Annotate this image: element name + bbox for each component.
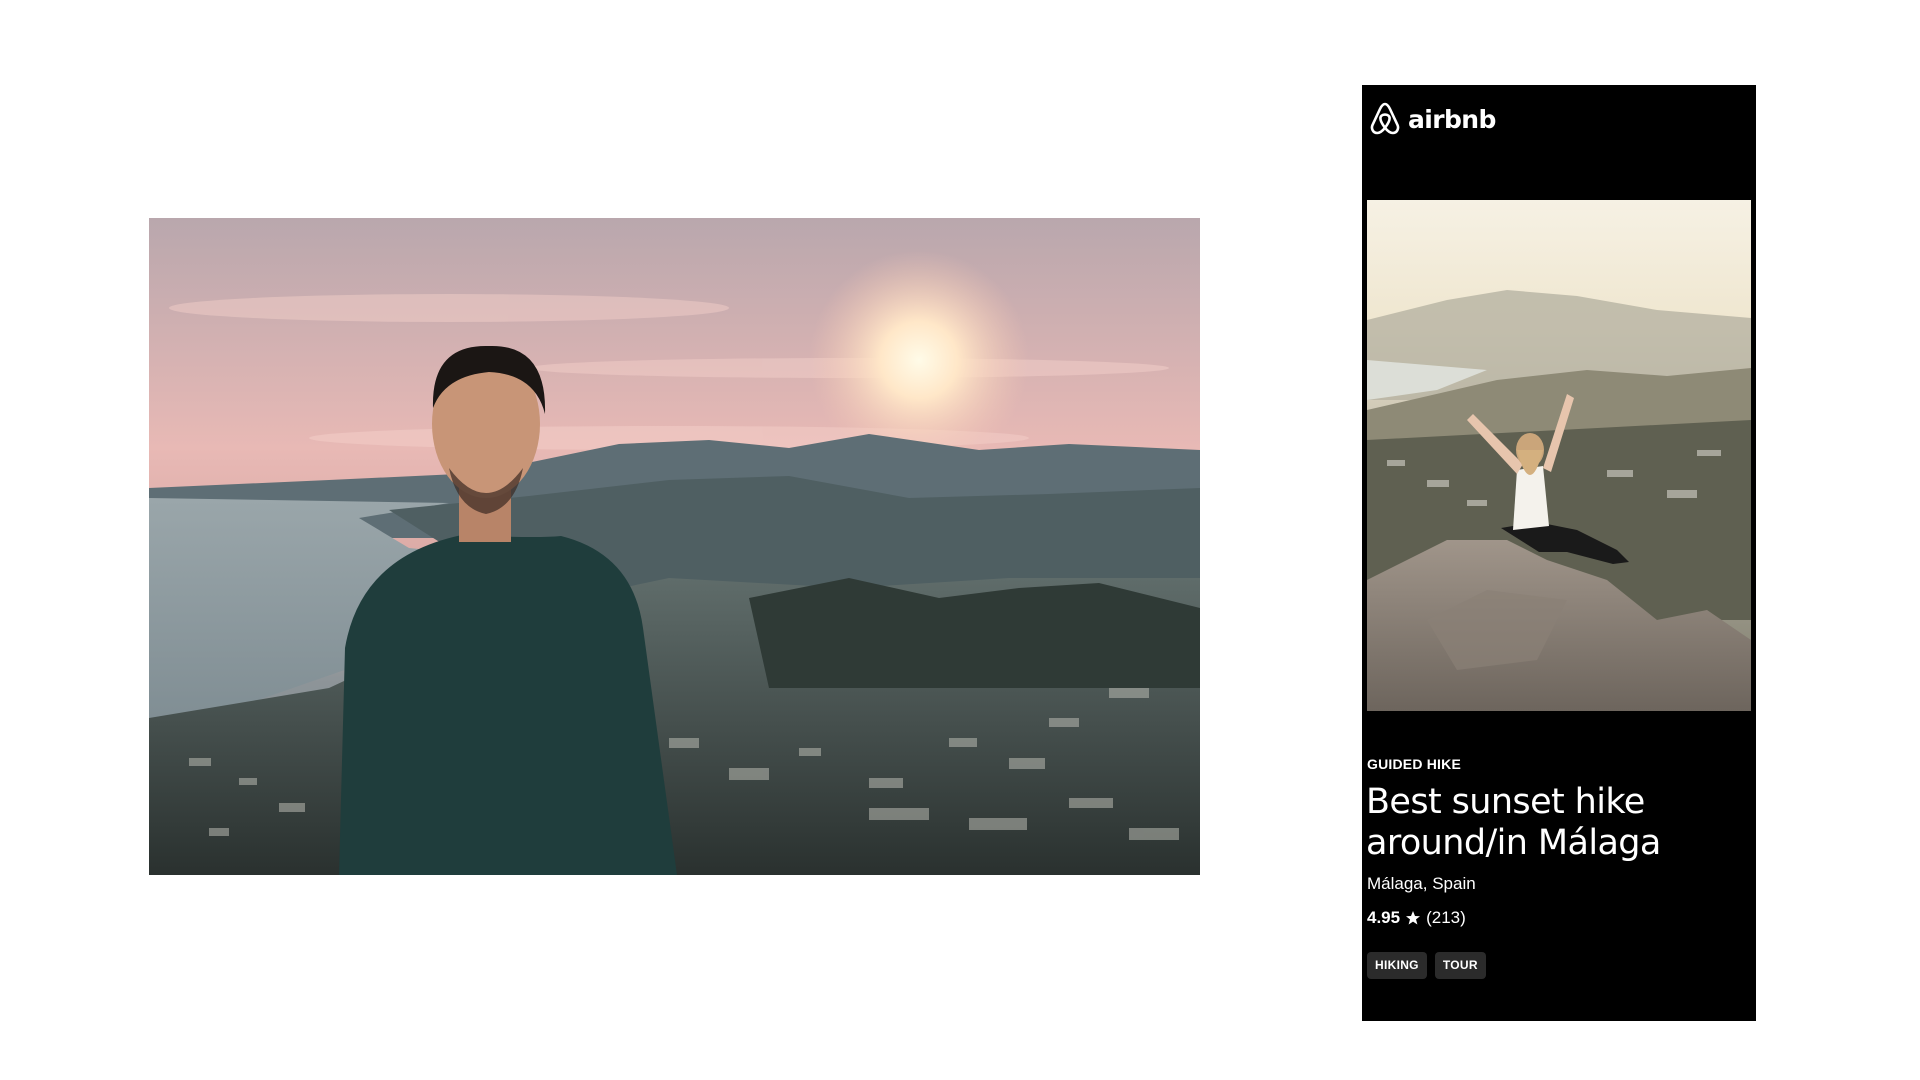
experience-card[interactable]: airbnb GUIDED HIKE Best sunset hike arou… bbox=[1362, 85, 1756, 1021]
experience-photo bbox=[1367, 200, 1751, 711]
star-icon bbox=[1406, 911, 1421, 925]
brand-name: airbnb bbox=[1408, 104, 1496, 134]
experience-category: GUIDED HIKE bbox=[1367, 756, 1461, 772]
rating-count: (213) bbox=[1426, 908, 1466, 927]
hero-photo-illustration bbox=[149, 218, 1200, 875]
experience-photo-illustration bbox=[1367, 200, 1751, 711]
airbnb-belo-icon bbox=[1370, 102, 1400, 135]
hero-photo bbox=[149, 218, 1200, 875]
tag-hiking[interactable]: HIKING bbox=[1367, 952, 1427, 979]
rating: 4.95 (213) bbox=[1367, 908, 1466, 928]
experience-location: Málaga, Spain bbox=[1367, 874, 1476, 893]
tag-tour[interactable]: TOUR bbox=[1434, 952, 1486, 979]
tag-list: HIKING TOUR bbox=[1367, 952, 1486, 979]
experience-title[interactable]: Best sunset hike around/in Málaga bbox=[1366, 782, 1746, 864]
brand-header: airbnb bbox=[1368, 99, 1496, 139]
rating-value: 4.95 bbox=[1367, 908, 1401, 927]
